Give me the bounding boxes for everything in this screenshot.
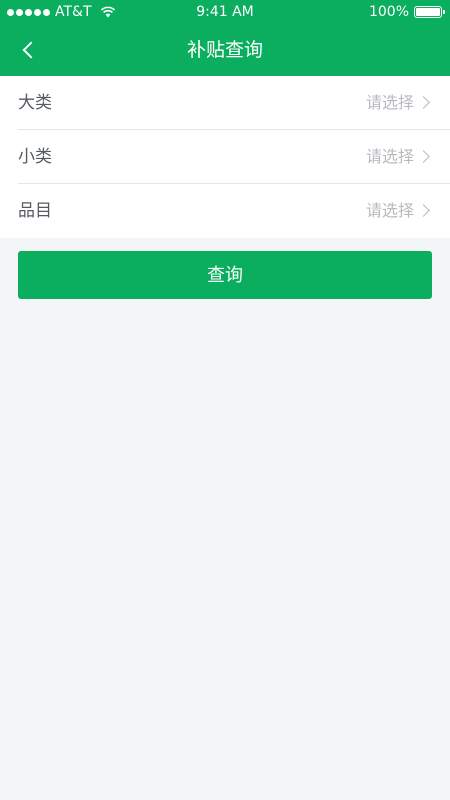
chevron-right-icon <box>417 204 430 217</box>
subcategory-label: 小类 <box>18 147 52 167</box>
battery-icon <box>414 6 445 18</box>
item-select-row[interactable]: 品目 请选择 <box>18 184 450 238</box>
category-select-row[interactable]: 大类 请选择 <box>18 76 450 130</box>
app-header: AT&T 9:41 AM 100% 补贴查询 <box>0 0 450 76</box>
item-label: 品目 <box>18 201 52 221</box>
form-list: 大类 请选择 小类 请选择 品目 请选择 <box>0 76 450 238</box>
page-title: 补贴查询 <box>186 39 263 61</box>
category-label: 大类 <box>18 93 52 113</box>
battery-group: 100% <box>368 0 445 24</box>
category-value: 请选择 <box>365 93 414 112</box>
status-bar: AT&T 9:41 AM 100% <box>0 0 450 24</box>
subcategory-value: 请选择 <box>365 147 414 166</box>
item-value: 请选择 <box>365 201 414 220</box>
query-button[interactable]: 查询 <box>18 251 432 299</box>
chevron-right-icon <box>417 150 430 163</box>
subcategory-select-row[interactable]: 小类 请选择 <box>18 130 450 184</box>
battery-percent: 100% <box>368 4 409 20</box>
chevron-right-icon <box>417 96 430 109</box>
